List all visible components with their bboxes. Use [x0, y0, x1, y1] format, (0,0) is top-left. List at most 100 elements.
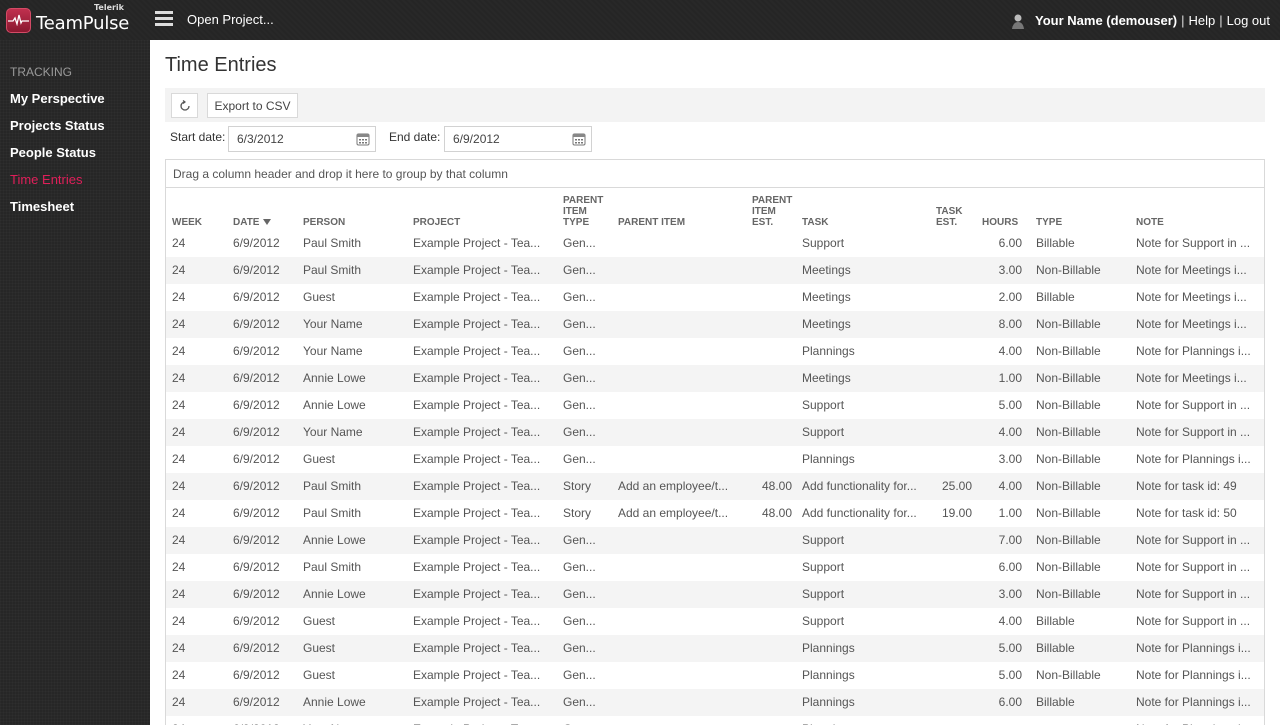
- toolbar: Export to CSV: [165, 88, 1265, 122]
- cell-type: Non-Billable: [1036, 587, 1101, 601]
- open-project-link[interactable]: Open Project...: [187, 12, 274, 27]
- sidebar-item-my-perspective[interactable]: My Perspective: [10, 91, 105, 106]
- cell-task-est: 19.00: [941, 506, 972, 520]
- column-header-parent-est[interactable]: PARENT ITEM EST.: [752, 195, 792, 228]
- cell-date: 6/9/2012: [233, 506, 280, 520]
- cell-person: Guest: [303, 452, 336, 466]
- pulse-icon: [6, 7, 31, 33]
- table-row[interactable]: 24 6/9/2012 Guest Example Project - Tea... G…: [166, 608, 1264, 635]
- cell-project: Example Project - Tea...: [413, 533, 541, 547]
- logout-link[interactable]: Log out: [1227, 13, 1270, 28]
- cell-note: Note for Meetings i...: [1136, 371, 1247, 385]
- cell-parent-type: Gen...: [563, 263, 596, 277]
- column-header-date[interactable]: DATE: [233, 217, 272, 228]
- cell-week: 24: [172, 263, 186, 277]
- column-header-label: PARENT ITEM TYPE: [563, 195, 604, 228]
- sidebar: TRACKING My Perspective Projects Status …: [0, 40, 150, 725]
- column-header-label: TASK EST.: [936, 206, 963, 228]
- date-filter: Start date: 6/3/2012 End date: 6/9/2012: [165, 124, 1265, 154]
- sidebar-item-time-entries[interactable]: Time Entries: [10, 172, 82, 187]
- cell-hours: 1.00: [998, 371, 1022, 385]
- sidebar-section-tracking: TRACKING: [10, 65, 73, 79]
- cell-task: Meetings: [802, 263, 851, 277]
- cell-week: 24: [172, 317, 186, 331]
- cell-note: Note for Meetings i...: [1136, 290, 1247, 304]
- cell-parent-item: Add an employee/t...: [618, 506, 729, 520]
- cell-parent-type: Gen...: [563, 344, 596, 358]
- cell-person: Annie Lowe: [303, 371, 366, 385]
- cell-project: Example Project - Tea...: [413, 479, 541, 493]
- calendar-icon[interactable]: [572, 132, 586, 146]
- column-header-task[interactable]: TASK: [802, 217, 828, 228]
- table-row[interactable]: 24 6/9/2012 Annie Lowe Example Project - Te…: [166, 392, 1264, 419]
- column-header-week[interactable]: WEEK: [172, 217, 202, 228]
- column-header-person[interactable]: PERSON: [303, 217, 345, 228]
- table-row[interactable]: 24 6/9/2012 Guest Example Project - Tea... G…: [166, 446, 1264, 473]
- cell-type: Non-Billable: [1036, 560, 1101, 574]
- menu-icon[interactable]: [155, 11, 173, 27]
- cell-hours: 1.00: [998, 506, 1022, 520]
- separator: |: [1181, 12, 1185, 28]
- cell-parent-type: Gen...: [563, 533, 596, 547]
- cell-note: Note for Support in ...: [1136, 236, 1251, 250]
- user-name-link[interactable]: Your Name (demouser): [1035, 13, 1177, 28]
- cell-hours: 6.00: [998, 560, 1022, 574]
- calendar-icon[interactable]: [356, 132, 370, 146]
- cell-parent-type: Story: [563, 479, 592, 493]
- user-avatar-icon: [1012, 14, 1025, 29]
- table-row[interactable]: 24 6/9/2012 Paul Smith Example Project - Te…: [166, 257, 1264, 284]
- column-header-task-est[interactable]: TASK EST.: [936, 206, 962, 228]
- refresh-icon: [179, 99, 190, 111]
- table-row[interactable]: 24 6/9/2012 Paul Smith Example Project - Te…: [166, 554, 1264, 581]
- column-header-label: WEEK: [172, 217, 202, 228]
- sidebar-item-people-status[interactable]: People Status: [10, 145, 96, 160]
- cell-note: Note for Meetings i...: [1136, 317, 1247, 331]
- table-row[interactable]: 24 6/9/2012 Annie Lowe Example Project - Te…: [166, 689, 1264, 716]
- table-row[interactable]: 246/9/2012Your NameExample Project - Tea…: [166, 716, 1264, 725]
- table-row[interactable]: 24 6/9/2012 Annie Lowe Example Project - Te…: [166, 365, 1264, 392]
- column-header-hours[interactable]: HOURS: [982, 217, 1018, 228]
- cell-week: 24: [172, 452, 186, 466]
- sidebar-item-projects-status[interactable]: Projects Status: [10, 118, 105, 133]
- column-header-project[interactable]: PROJECT: [413, 217, 460, 228]
- column-header-type[interactable]: TYPE: [1036, 217, 1062, 228]
- cell-parent-item: Add an employee/t...: [618, 479, 729, 493]
- cell-project: Example Project - Tea...: [413, 398, 541, 412]
- end-date-input[interactable]: 6/9/2012: [444, 126, 592, 152]
- refresh-button[interactable]: [171, 93, 198, 118]
- cell-task: Plannings: [802, 668, 855, 682]
- table-row[interactable]: 246/9/2012Your NameExample Project - Tea…: [166, 338, 1264, 365]
- sort-descending-icon[interactable]: [263, 219, 272, 226]
- cell-parent-type: Gen...: [563, 290, 596, 304]
- table-row[interactable]: 246/9/2012Your NameExample Project - Tea…: [166, 419, 1264, 446]
- cell-person: Your Name: [303, 425, 363, 439]
- column-header-parent-item[interactable]: PARENT ITEM: [618, 217, 685, 228]
- column-header-parent-type[interactable]: PARENT ITEM TYPE: [563, 195, 603, 228]
- cell-task: Meetings: [802, 371, 851, 385]
- column-header-label: TYPE: [1036, 217, 1063, 228]
- cell-note: Note for Plannings i...: [1136, 641, 1251, 655]
- table-row[interactable]: 24 6/9/2012 Guest Example Project - Tea... G…: [166, 635, 1264, 662]
- table-row[interactable]: 246/9/2012Your NameExample Project - Tea…: [166, 311, 1264, 338]
- cell-person: Your Name: [303, 344, 363, 358]
- sidebar-item-timesheet[interactable]: Timesheet: [10, 199, 74, 214]
- cell-date: 6/9/2012: [233, 479, 280, 493]
- table-row[interactable]: 24 6/9/2012 Annie Lowe Example Project - Te…: [166, 527, 1264, 554]
- table-row[interactable]: 24 6/9/2012 Annie Lowe Example Project - Te…: [166, 581, 1264, 608]
- help-link[interactable]: Help: [1188, 13, 1215, 28]
- cell-type: Non-Billable: [1036, 398, 1101, 412]
- cell-week: 24: [172, 425, 186, 439]
- cell-week: 24: [172, 479, 186, 493]
- export-csv-button[interactable]: Export to CSV: [207, 93, 298, 118]
- table-row[interactable]: 24 6/9/2012 Paul Smith Example Project - Te…: [166, 500, 1264, 527]
- table-row[interactable]: 24 6/9/2012 Paul Smith Example Project - Te…: [166, 230, 1264, 257]
- start-date-label: Start date:: [170, 130, 226, 144]
- column-header-note[interactable]: NOTE: [1136, 217, 1164, 228]
- table-row[interactable]: 24 6/9/2012 Guest Example Project - Tea... G…: [166, 662, 1264, 689]
- table-row[interactable]: 24 6/9/2012 Guest Example Project - Tea... G…: [166, 284, 1264, 311]
- group-drop-panel[interactable]: Drag a column header and drop it here to…: [166, 160, 1264, 188]
- cell-project: Example Project - Tea...: [413, 344, 541, 358]
- start-date-input[interactable]: 6/3/2012: [228, 126, 376, 152]
- table-row[interactable]: 24 6/9/2012 Paul Smith Example Project - Te…: [166, 473, 1264, 500]
- cell-date: 6/9/2012: [233, 533, 280, 547]
